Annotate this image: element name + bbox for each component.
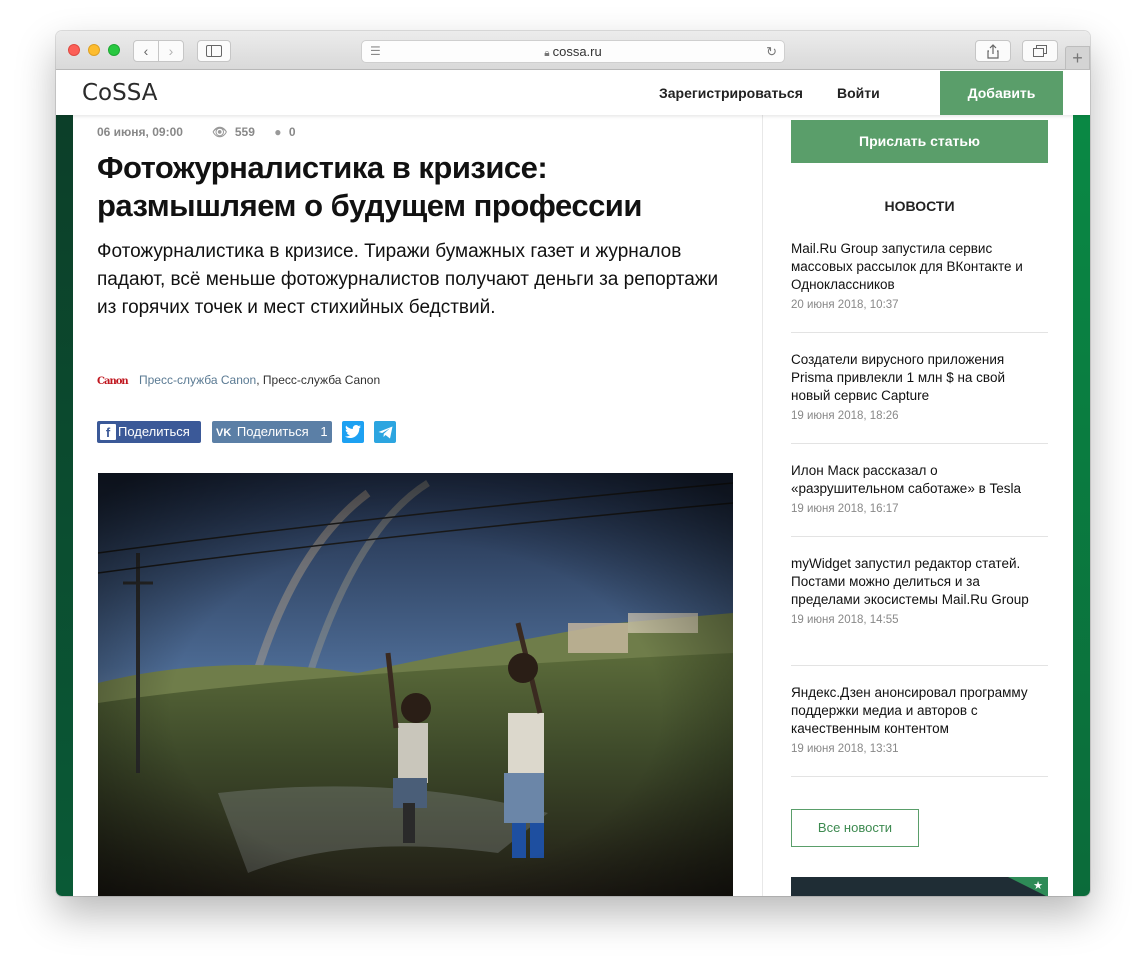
canon-logo: Canon bbox=[97, 376, 129, 387]
tabs-icon bbox=[1033, 45, 1047, 57]
news-title[interactable]: Илон Маск рассказал о «разрушительном са… bbox=[791, 462, 1046, 498]
news-item[interactable]: Создатели вирусного приложения Prisma пр… bbox=[791, 351, 1048, 444]
news-title[interactable]: Создатели вирусного приложения Prisma пр… bbox=[791, 351, 1046, 405]
all-news-button[interactable]: Все новости bbox=[791, 809, 919, 847]
site-header: CoSSA Зарегистрироваться Войти Добавить bbox=[56, 71, 1090, 115]
browser-window: ‹ › ☰ 🔒︎ cossa.ru ↻ + CoSSA Зарегистриров… bbox=[56, 31, 1090, 896]
telegram-share-button[interactable] bbox=[374, 421, 396, 443]
news-date: 19 июня 2018, 16:17 bbox=[791, 503, 899, 515]
facebook-icon: f bbox=[100, 424, 116, 440]
vk-icon: VK bbox=[216, 427, 232, 439]
news-date: 19 июня 2018, 18:26 bbox=[791, 410, 899, 422]
news-item[interactable]: Илон Маск рассказал о «разрушительном са… bbox=[791, 462, 1048, 537]
views-count: 559 bbox=[234, 125, 255, 139]
share-button[interactable] bbox=[975, 40, 1011, 62]
add-button[interactable]: Добавить bbox=[940, 71, 1063, 115]
reader-icon[interactable]: ☰ bbox=[370, 41, 381, 62]
photo-image bbox=[98, 473, 733, 896]
sidebar-icon bbox=[206, 45, 222, 57]
news-title[interactable]: myWidget запустил редактор статей. Поста… bbox=[791, 555, 1046, 609]
login-link[interactable]: Войти bbox=[837, 85, 880, 101]
chevron-left-icon: ‹ bbox=[143, 43, 149, 59]
news-date: 20 июня 2018, 10:37 bbox=[791, 299, 899, 311]
page-background-left bbox=[56, 71, 73, 896]
article-lead: Фотожурналистика в кризисе. Тиражи бумаж… bbox=[97, 241, 719, 318]
address-bar[interactable]: ☰ 🔒︎ cossa.ru ↻ bbox=[361, 40, 785, 63]
article-meta: 06 июня, 09:00 👁︎ 559 ● 0 bbox=[97, 125, 300, 139]
vk-share-button[interactable]: VK Поделиться 1 bbox=[212, 421, 332, 443]
twitter-icon bbox=[345, 425, 361, 438]
show-tabs-button[interactable] bbox=[1022, 40, 1058, 62]
author-line: Canon Пресс-служба Canon, Пресс-служба C… bbox=[97, 373, 380, 387]
chevron-right-icon: › bbox=[168, 43, 174, 59]
plus-icon: + bbox=[1072, 48, 1083, 68]
article: 06 июня, 09:00 👁︎ 559 ● 0 Фотожурналисти… bbox=[73, 115, 763, 896]
news-title[interactable]: Mail.Ru Group запустила сервис массовых … bbox=[791, 240, 1046, 294]
article-date: 06 июня, 09:00 bbox=[97, 125, 183, 139]
reload-icon[interactable]: ↻ bbox=[766, 41, 777, 62]
sidebar-toggle-button[interactable] bbox=[197, 40, 231, 62]
article-photo[interactable] bbox=[98, 473, 733, 896]
facebook-share-button[interactable]: f Поделиться bbox=[97, 421, 201, 443]
browser-toolbar: ‹ › ☰ 🔒︎ cossa.ru ↻ + bbox=[56, 31, 1090, 70]
minimize-window-button[interactable] bbox=[88, 44, 100, 56]
column-divider bbox=[762, 115, 763, 896]
news-item[interactable]: Mail.Ru Group запустила сервис массовых … bbox=[791, 240, 1048, 333]
news-item[interactable]: myWidget запустил редактор статей. Поста… bbox=[791, 555, 1048, 666]
back-button[interactable]: ‹ bbox=[133, 40, 159, 62]
author-separator: , bbox=[256, 373, 260, 387]
comments-count[interactable]: 0 bbox=[289, 125, 296, 139]
lock-icon: 🔒︎ bbox=[544, 48, 550, 59]
news-date: 19 июня 2018, 13:31 bbox=[791, 743, 899, 755]
sidebar-banner[interactable]: ★ bbox=[791, 877, 1048, 896]
facebook-share-label: Поделиться bbox=[118, 424, 190, 439]
share-icon bbox=[987, 44, 999, 59]
article-title: Фотожурналистика в кризисе: размышляем о… bbox=[97, 150, 642, 223]
register-link[interactable]: Зарегистрироваться bbox=[659, 85, 803, 101]
author-name: Пресс-служба Canon bbox=[262, 373, 381, 387]
vk-share-label: Поделиться bbox=[236, 424, 309, 439]
sidebar: Прислать статью НОВОСТИ Mail.Ru Group за… bbox=[791, 115, 1048, 896]
vk-share-count: 1 bbox=[320, 424, 328, 439]
close-window-button[interactable] bbox=[68, 44, 80, 56]
news-title[interactable]: Яндекс.Дзен анонсировал программу поддер… bbox=[791, 684, 1046, 738]
page-background-right bbox=[1073, 71, 1090, 896]
eye-icon: 👁︎ bbox=[212, 125, 228, 139]
page-viewport: CoSSA Зарегистрироваться Войти Добавить … bbox=[56, 71, 1090, 896]
news-item[interactable]: Яндекс.Дзен анонсировал программу поддер… bbox=[791, 684, 1048, 777]
forward-button[interactable]: › bbox=[158, 40, 184, 62]
new-tab-button[interactable]: + bbox=[1065, 46, 1090, 70]
author-link[interactable]: Пресс-служба Canon bbox=[139, 373, 256, 387]
zoom-window-button[interactable] bbox=[108, 44, 120, 56]
send-article-button[interactable]: Прислать статью bbox=[791, 120, 1048, 163]
news-date: 19 июня 2018, 14:55 bbox=[791, 614, 899, 626]
news-heading: НОВОСТИ bbox=[884, 198, 955, 214]
comment-icon: ● bbox=[274, 125, 282, 139]
url-text: cossa.ru bbox=[552, 44, 602, 59]
telegram-icon bbox=[378, 426, 392, 439]
star-icon: ★ bbox=[1033, 880, 1043, 892]
twitter-share-button[interactable] bbox=[342, 421, 364, 443]
cossa-logo[interactable]: CoSSA bbox=[82, 80, 158, 106]
